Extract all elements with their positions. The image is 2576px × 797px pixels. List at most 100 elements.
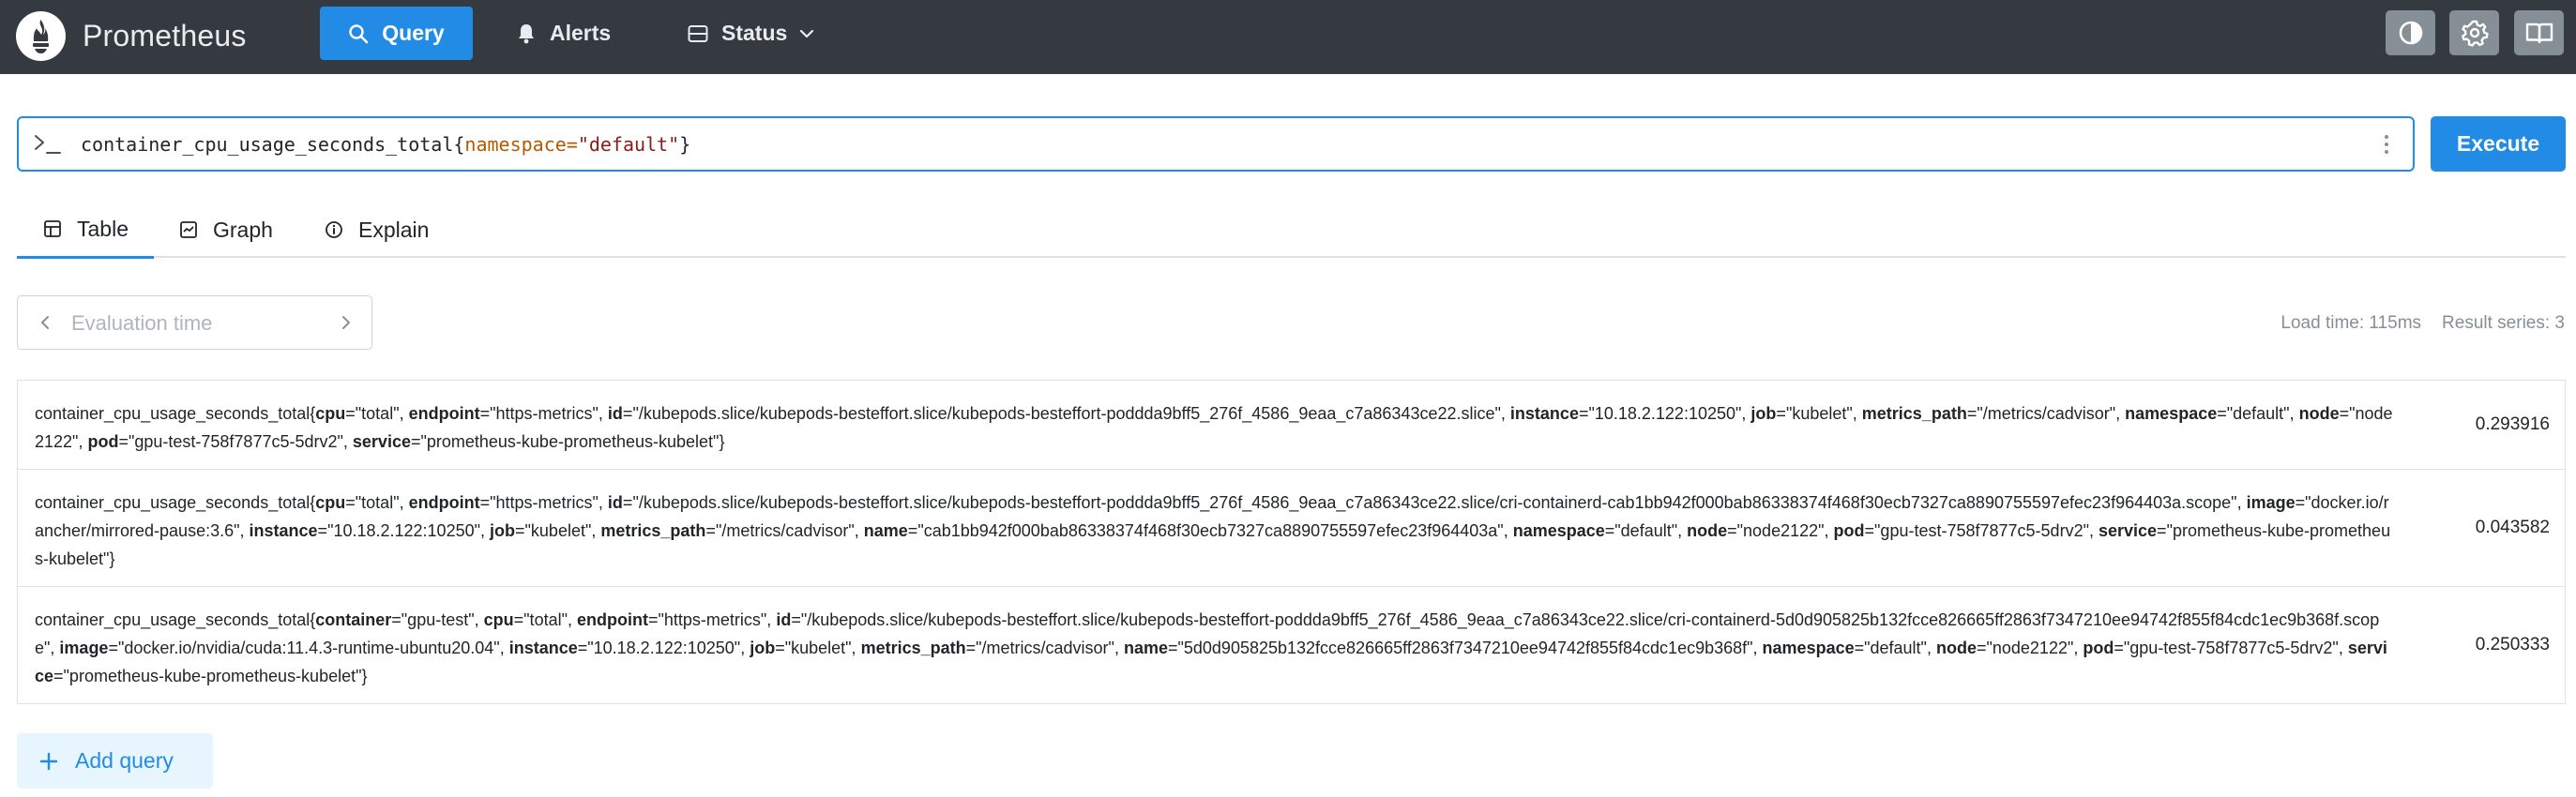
series-labels: container_cpu_usage_seconds_total{cpu="t… [35, 404, 2393, 451]
nav-status[interactable]: Status [688, 7, 815, 60]
load-time: Load time: 115ms [2281, 313, 2422, 333]
gear-icon [2461, 20, 2489, 47]
label-value: "gpu-test-758f7877c5-5drv2" [2123, 639, 2339, 657]
label-key: node [1687, 521, 1728, 540]
label-key: cpu [315, 404, 346, 423]
label-key: pod [87, 432, 119, 451]
prometheus-flame-icon [16, 10, 66, 61]
label-key: image [2246, 493, 2296, 512]
series-value: 0.293916 [2475, 414, 2550, 434]
expression-input[interactable]: container_cpu_usage_seconds_total{namesp… [17, 116, 2415, 172]
series-metric-name: container_cpu_usage_seconds_total [35, 404, 311, 423]
brand[interactable]: Prometheus [16, 9, 247, 62]
series-metric-name: container_cpu_usage_seconds_total [35, 610, 311, 629]
label-key: instance [508, 639, 578, 657]
label-key: metrics_path [860, 639, 966, 657]
label-value: "total" [355, 493, 400, 512]
brand-name: Prometheus [83, 18, 247, 53]
label-value: "/kubepods.slice/kubepods-besteffort.sli… [632, 493, 2237, 512]
query-operator: = [566, 133, 578, 156]
nav-query[interactable]: Query [320, 7, 473, 60]
query-label-name: namespace [464, 133, 567, 156]
evaluation-time-input[interactable]: Evaluation time [71, 311, 212, 336]
label-key: name [863, 521, 908, 540]
add-query-button[interactable]: Add query [17, 733, 213, 789]
label-key: instance [249, 521, 318, 540]
chevron-left-icon[interactable] [38, 312, 52, 333]
nav-alerts[interactable]: Alerts [516, 7, 611, 60]
label-key: job [1750, 404, 1777, 423]
label-value: "docker.io/nvidia/cuda:11.4.3-runtime-ub… [117, 639, 500, 657]
label-value: "https-metrics" [658, 610, 767, 629]
label-value: "gpu-test-758f7877c5-5drv2" [1874, 521, 2089, 540]
tab-explain[interactable]: Explain [325, 202, 429, 258]
label-value: "/metrics/cadvisor" [1977, 404, 2116, 423]
label-value: "total" [355, 404, 400, 423]
execute-button[interactable]: Execute [2431, 116, 2566, 172]
series-value: 0.043582 [2475, 518, 2550, 537]
label-value: "https-metrics" [490, 404, 599, 423]
label-key: image [59, 639, 109, 657]
query-open-brace: { [453, 133, 465, 156]
label-key: service [352, 432, 411, 451]
label-key: id [776, 610, 792, 629]
server-icon [688, 24, 708, 42]
nav-alerts-label: Alerts [550, 21, 612, 45]
label-value: "gpu-test" [401, 610, 475, 629]
result-series-count: Result series: 3 [2442, 313, 2565, 333]
label-value: "/kubepods.slice/kubepods-besteffort.sli… [632, 404, 1501, 423]
label-value: "kubelet" [1785, 404, 1853, 423]
tab-table-label: Table [77, 216, 129, 241]
tab-graph-label: Graph [213, 217, 273, 242]
result-tabs: Table Graph Explain [17, 202, 2566, 259]
label-key: metrics_path [1861, 404, 1967, 423]
label-value: "total" [523, 610, 568, 629]
label-key: namespace [1512, 521, 1605, 540]
label-key: cpu [315, 493, 346, 512]
theme-toggle-button[interactable] [2386, 10, 2435, 55]
table-icon [44, 220, 61, 237]
plus-icon [39, 752, 58, 770]
label-value: "cab1bb942f000bab86338374f468f30ecb7327c… [917, 521, 1504, 540]
label-value: "prometheus-kube-prometheus-kubelet" [420, 432, 720, 451]
docs-button[interactable] [2514, 10, 2564, 55]
label-value: "node2122" [1986, 639, 2074, 657]
label-value: "10.18.2.122:10250" [1588, 404, 1742, 423]
settings-button[interactable] [2449, 10, 2499, 55]
info-icon [326, 221, 342, 238]
tab-graph[interactable]: Graph [179, 202, 273, 258]
label-key: job [750, 639, 776, 657]
label-value: "kubelet" [524, 521, 592, 540]
label-value: "10.18.2.122:10250" [327, 521, 480, 540]
label-key: metrics_path [600, 521, 706, 540]
label-key: name [1123, 639, 1168, 657]
nav-query-label: Query [382, 21, 445, 45]
query-metric: container_cpu_usage_seconds_total [81, 133, 454, 156]
label-key: pod [2083, 639, 2114, 657]
series-labels: container_cpu_usage_seconds_total{cpu="t… [35, 493, 2391, 568]
label-value: "https-metrics" [490, 493, 599, 512]
terminal-prompt-icon [35, 135, 61, 154]
label-key: container [315, 610, 392, 629]
tab-table[interactable]: Table [17, 202, 154, 259]
label-value: "default" [1864, 639, 1927, 657]
label-key: endpoint [408, 493, 480, 512]
label-key: pod [1833, 521, 1865, 540]
chevron-right-icon[interactable] [340, 312, 353, 333]
table-row: container_cpu_usage_seconds_total{contai… [18, 586, 2565, 703]
label-key: service [2098, 521, 2158, 540]
label-key: endpoint [408, 404, 480, 423]
label-key: namespace [1762, 639, 1855, 657]
label-key: job [490, 521, 516, 540]
more-vertical-icon[interactable] [2383, 133, 2390, 156]
label-value: "default" [2226, 404, 2290, 423]
navbar: Prometheus Query Alerts Status [0, 0, 2576, 74]
label-value: "prometheus-kube-prometheus-kubelet" [63, 667, 362, 685]
bell-icon [519, 23, 534, 43]
query-close-brace: } [679, 133, 691, 156]
label-value: "kubelet" [784, 639, 852, 657]
label-key: instance [1509, 404, 1579, 423]
expression-text: container_cpu_usage_seconds_total{namesp… [81, 133, 690, 156]
tab-explain-label: Explain [358, 217, 430, 242]
table-row: container_cpu_usage_seconds_total{cpu="t… [18, 469, 2565, 586]
